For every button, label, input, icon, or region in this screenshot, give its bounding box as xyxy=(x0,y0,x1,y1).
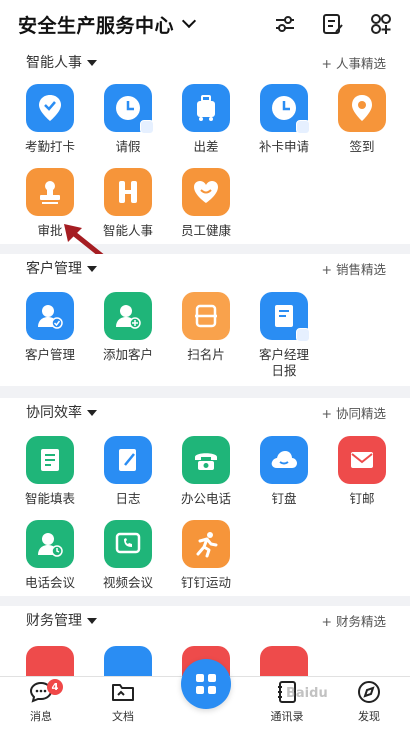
app-tile-smart-form[interactable]: 智能填表 xyxy=(11,436,89,507)
org-title[interactable]: 安全生产服务中心 xyxy=(18,11,174,38)
app-tile-label: 客户管理 xyxy=(24,347,75,362)
form-icon xyxy=(26,436,74,484)
edit-list-icon[interactable] xyxy=(320,11,346,37)
phone-icon xyxy=(182,436,230,484)
app-tile-label: 钉盘 xyxy=(271,491,297,506)
app-tile-label: 视频会议 xyxy=(102,575,153,590)
tab-label: 通讯录 xyxy=(270,710,304,723)
app-tile-label: 签到 xyxy=(349,139,375,154)
section-hr: 智能人事 + 人事精选 考勤打卡 请假 出差 补卡申请 签到 审批 智能人事 员… xyxy=(0,48,410,244)
daily-report-icon xyxy=(260,292,310,342)
mail-icon xyxy=(338,436,386,484)
app-tile-log[interactable]: 日志 xyxy=(89,436,167,507)
app-tile-label: 补卡申请 xyxy=(258,139,309,154)
app-screen: 安全生产服务中心 智能人事 + 人事精选 考勤打卡 请假 出差 补卡申请 签到 … xyxy=(0,0,410,730)
clock-icon xyxy=(104,84,154,134)
tab-messages[interactable]: 4 消息 xyxy=(0,677,82,730)
settings-sliders-icon[interactable] xyxy=(272,11,298,37)
section-title[interactable]: 客户管理 xyxy=(26,258,82,278)
check-location-icon xyxy=(26,84,74,132)
section-crm: 客户管理 + 销售精选 客户管理 添加客户 扫名片 客户经理日报 xyxy=(0,254,410,386)
person-badge-icon xyxy=(296,328,310,342)
app-tile-office-phone[interactable]: 办公电话 xyxy=(167,436,245,507)
section-link[interactable]: + 人事精选 xyxy=(322,53,386,72)
heart-icon xyxy=(182,168,230,216)
folder-icon xyxy=(110,679,136,705)
app-tile-signin[interactable]: 签到 xyxy=(323,84,401,155)
section-title[interactable]: 协同效率 xyxy=(26,402,82,422)
tab-label: 文档 xyxy=(112,710,134,723)
app-tile-label: 考勤打卡 xyxy=(24,139,75,154)
workbench-grid-icon xyxy=(196,674,216,694)
app-tile-label: 扫名片 xyxy=(187,347,225,362)
section-title[interactable]: 财务管理 xyxy=(26,610,82,630)
app-tile-label: 智能填表 xyxy=(24,491,75,506)
section-link[interactable]: + 销售精选 xyxy=(322,259,386,278)
app-tile-label: 钉邮 xyxy=(349,491,375,506)
app-tile-manager-daily-report[interactable]: 客户经理日报 xyxy=(245,292,323,379)
compass-icon xyxy=(356,679,382,705)
watermark: Baidu xyxy=(286,686,328,701)
tab-discover[interactable]: 发现 xyxy=(328,677,410,730)
customer-check-icon xyxy=(26,292,74,340)
app-tile-scan-card[interactable]: 扫名片 xyxy=(167,292,245,363)
app-tile-label: 钉钉运动 xyxy=(180,575,231,590)
app-tile-label: 员工健康 xyxy=(180,223,231,238)
clock-icon xyxy=(260,84,310,134)
app-tile-employee-health[interactable]: 员工健康 xyxy=(167,168,245,239)
tab-docs[interactable]: 文档 xyxy=(82,677,164,730)
caret-down-icon[interactable] xyxy=(87,60,97,66)
section-collaboration: 协同效率 + 协同精选 智能填表 日志 办公电话 钉盘 钉邮 电话会议 视频会议… xyxy=(0,398,410,596)
section-title[interactable]: 智能人事 xyxy=(26,52,82,72)
workbench-button[interactable] xyxy=(181,659,231,709)
section-link[interactable]: + 财务精选 xyxy=(322,611,386,630)
app-tile-ding-mail[interactable]: 钉邮 xyxy=(323,436,401,507)
stamp-icon xyxy=(26,168,74,216)
caret-down-icon[interactable] xyxy=(87,410,97,416)
add-customer-icon xyxy=(104,292,152,340)
app-tile-label: 请假 xyxy=(115,139,141,154)
person-badge-icon xyxy=(296,120,310,134)
conference-call-icon xyxy=(26,520,74,568)
running-icon xyxy=(182,520,230,568)
app-tile-video-call[interactable]: 视频会议 xyxy=(89,520,167,591)
scan-card-icon xyxy=(182,292,230,340)
chevron-down-icon[interactable] xyxy=(181,13,197,29)
person-badge-icon xyxy=(140,120,154,134)
app-tile-ding-disk[interactable]: 钉盘 xyxy=(245,436,323,507)
suitcase-icon xyxy=(182,84,230,132)
app-tile-conference-call[interactable]: 电话会议 xyxy=(11,520,89,591)
app-tile-label: 客户经理日报 xyxy=(258,347,309,378)
app-tile-makeup-punch[interactable]: 补卡申请 xyxy=(245,84,323,155)
caret-down-icon[interactable] xyxy=(87,618,97,624)
app-tile-leave[interactable]: 请假 xyxy=(89,84,167,155)
section-link[interactable]: + 协同精选 xyxy=(322,403,386,422)
log-icon xyxy=(104,436,152,484)
caret-down-icon[interactable] xyxy=(87,266,97,272)
tab-label: 发现 xyxy=(358,710,380,723)
top-header: 安全生产服务中心 xyxy=(0,0,410,48)
app-tile-label: 日志 xyxy=(115,491,141,506)
add-app-icon[interactable] xyxy=(368,11,394,37)
app-tile-ding-sport[interactable]: 钉钉运动 xyxy=(167,520,245,591)
app-tile-attendance[interactable]: 考勤打卡 xyxy=(11,84,89,155)
h-logo-icon xyxy=(104,168,152,216)
app-tile-label: 出差 xyxy=(193,139,219,154)
app-tile-business-trip[interactable]: 出差 xyxy=(167,84,245,155)
app-tile-label: 办公电话 xyxy=(180,491,231,506)
app-tile-add-customer[interactable]: 添加客户 xyxy=(89,292,167,363)
cloud-icon xyxy=(260,436,308,484)
unread-badge: 4 xyxy=(47,679,63,695)
tab-contacts[interactable]: 通讯录 xyxy=(246,677,328,730)
tab-label: 消息 xyxy=(30,710,52,723)
video-call-icon xyxy=(104,520,152,568)
app-tile-customer-management[interactable]: 客户管理 xyxy=(11,292,89,363)
app-tile-label: 电话会议 xyxy=(24,575,75,590)
app-tile-label: 添加客户 xyxy=(102,347,153,362)
location-pin-icon xyxy=(338,84,386,132)
